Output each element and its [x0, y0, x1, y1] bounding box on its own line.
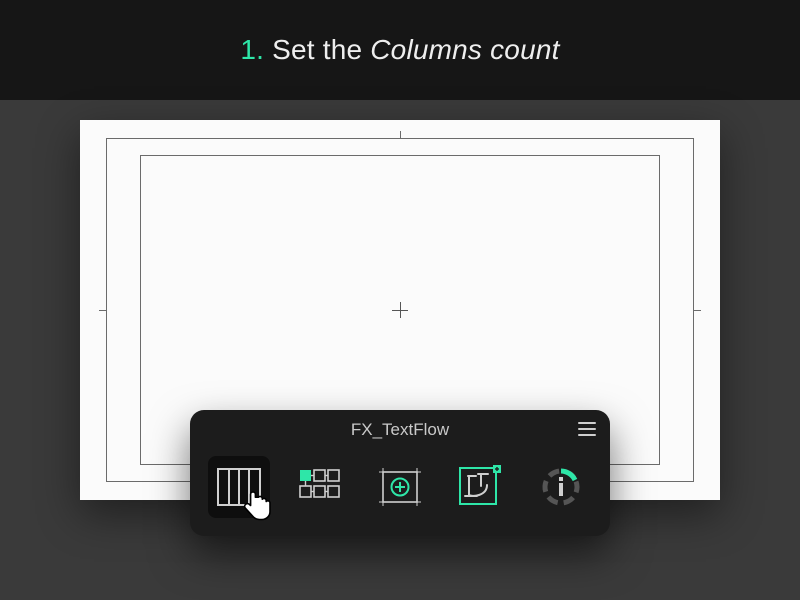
step-number: 1.: [240, 34, 264, 65]
panel-toolbar: [190, 450, 610, 522]
center-mark: [400, 302, 401, 318]
columns-icon: [217, 468, 261, 506]
step-text: 1. Set the Columns count: [240, 34, 559, 66]
guide-tick: [400, 131, 401, 138]
grid-layout-tool[interactable]: [289, 456, 351, 518]
step-banner: 1. Set the Columns count: [0, 0, 800, 100]
step-emphasis: Columns count: [370, 34, 559, 65]
info-settings-tool[interactable]: [530, 456, 592, 518]
panel-title: FX_TextFlow: [351, 420, 449, 440]
add-frame-icon: [377, 466, 423, 508]
glyph-style-tool[interactable]: [449, 456, 511, 518]
add-text-frame-tool[interactable]: [369, 456, 431, 518]
step-prefix: Set the: [272, 34, 370, 65]
grid-layout-icon: [298, 468, 342, 506]
glyph-icon: [457, 465, 503, 509]
columns-tool[interactable]: [208, 456, 270, 518]
panel-header[interactable]: FX_TextFlow: [190, 410, 610, 450]
info-gear-icon: [539, 465, 583, 509]
guide-tick: [99, 310, 106, 311]
panel-menu-icon[interactable]: [578, 422, 596, 436]
guide-tick: [694, 310, 701, 311]
fx-textflow-panel[interactable]: FX_TextFlow: [190, 410, 610, 536]
